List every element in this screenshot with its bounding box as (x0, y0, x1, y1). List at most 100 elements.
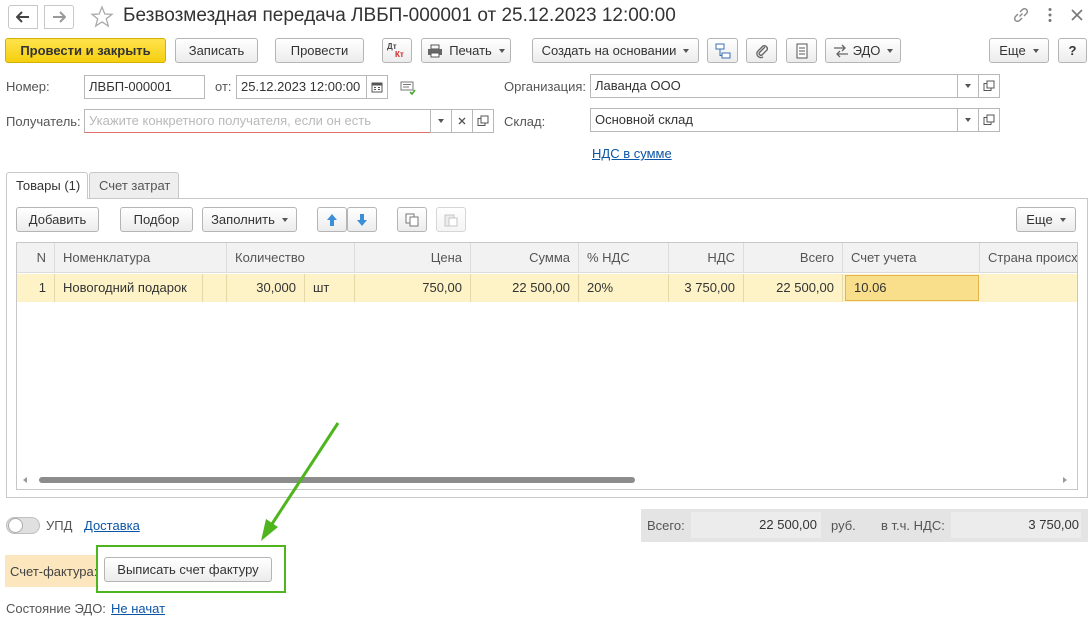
column-header-sum[interactable]: Сумма (471, 243, 579, 273)
column-header-quantity[interactable]: Количество (227, 243, 355, 273)
window-title: Безвозмездная передача ЛВБП-000001 от 25… (123, 5, 676, 26)
cell-vat-rate[interactable]: 20% (579, 274, 669, 302)
dtkt-button[interactable]: Дт Кт (382, 38, 412, 63)
vat-in-sum-link[interactable]: НДС в сумме (592, 146, 672, 161)
table-more-button[interactable]: Еще (1016, 207, 1076, 232)
arrow-down-icon (357, 213, 367, 226)
more-button[interactable]: Еще (989, 38, 1049, 63)
cell-total[interactable]: 22 500,00 (744, 274, 843, 302)
edo-state-label: Состояние ЭДО: (6, 601, 106, 616)
cell-unit[interactable]: шт (305, 274, 355, 302)
number-field[interactable]: ЛВБП-000001 (84, 75, 205, 99)
column-header-item[interactable]: Номенклатура (55, 243, 227, 273)
kebab-menu-icon[interactable] (1043, 6, 1057, 24)
paste-icon (444, 214, 458, 226)
column-header-account[interactable]: Счет учета (843, 243, 980, 273)
open-form-icon (983, 114, 995, 125)
column-header-vat[interactable]: НДС (669, 243, 744, 273)
cell-vat[interactable]: 3 750,00 (669, 274, 744, 302)
scroll-left-icon[interactable] (23, 477, 27, 483)
table-header: N Номенклатура Количество Цена Сумма % Н… (17, 243, 1077, 273)
cell-country[interactable] (980, 274, 1077, 302)
warehouse-dropdown-button[interactable] (957, 108, 979, 132)
total-value: 22 500,00 (691, 512, 821, 538)
cell-quantity[interactable]: 30,000 (227, 274, 305, 302)
recipient-dropdown-button[interactable] (430, 109, 452, 133)
help-button[interactable]: ? (1058, 38, 1087, 63)
calendar-button[interactable] (366, 75, 388, 99)
totals-panel: Всего: 22 500,00 руб. в т.ч. НДС: 3 750,… (641, 509, 1088, 542)
cell-account[interactable]: 10.06 (845, 275, 979, 301)
organization-dropdown-button[interactable] (957, 74, 979, 98)
open-form-icon (983, 80, 995, 91)
print-button[interactable]: Печать (421, 38, 511, 63)
paperclip-icon (755, 44, 768, 58)
copy-button[interactable] (397, 207, 427, 232)
edo-button[interactable]: ЭДО (825, 38, 901, 63)
tab-goods[interactable]: Товары (1) (6, 172, 88, 199)
cell-item-characteristic[interactable] (203, 274, 227, 302)
favorite-star-icon[interactable] (90, 5, 114, 29)
move-down-button[interactable] (347, 207, 377, 232)
warehouse-open-button[interactable] (978, 108, 1000, 132)
organization-field[interactable]: Лаванда ООО (590, 74, 958, 98)
pick-button[interactable]: Подбор (120, 207, 193, 232)
upd-toggle[interactable] (6, 517, 40, 534)
organization-open-button[interactable] (978, 74, 1000, 98)
open-form-icon (477, 115, 489, 126)
save-button[interactable]: Записать (175, 38, 258, 63)
invoice-label: Счет-фактура: (10, 564, 98, 579)
number-label: Номер: (6, 79, 50, 94)
structure-button[interactable] (707, 38, 738, 63)
create-based-on-button[interactable]: Создать на основании (532, 38, 699, 63)
edo-state-link[interactable]: Не начат (111, 601, 165, 616)
recipient-field[interactable]: Укажите конкретного получателя, если он … (84, 109, 431, 133)
goods-table: N Номенклатура Количество Цена Сумма % Н… (16, 242, 1078, 490)
close-icon[interactable] (1068, 6, 1086, 24)
warehouse-label: Склад: (504, 114, 546, 129)
vat-total-value: 3 750,00 (951, 512, 1081, 538)
recipient-open-button[interactable] (472, 109, 494, 133)
fill-button[interactable]: Заполнить (202, 207, 297, 232)
post-and-close-button[interactable]: Провести и закрыть (5, 38, 166, 63)
table-row[interactable]: 1 Новогодний подарок 30,000 шт 750,00 22… (17, 274, 1077, 302)
cell-n[interactable]: 1 (17, 274, 55, 302)
cell-item[interactable]: Новогодний подарок (55, 274, 203, 302)
printer-icon (428, 44, 443, 57)
recipient-label: Получатель: (6, 114, 81, 129)
comment-icon[interactable] (400, 80, 416, 96)
document-list-button[interactable] (786, 38, 817, 63)
recipient-clear-button[interactable] (451, 109, 473, 133)
date-label: от: (215, 79, 232, 94)
cell-sum[interactable]: 22 500,00 (471, 274, 579, 302)
tab-cost-account[interactable]: Счет затрат (89, 172, 179, 198)
horizontal-scrollbar[interactable] (23, 475, 1071, 485)
forward-button[interactable] (44, 5, 74, 29)
currency-label: руб. (831, 518, 856, 533)
move-up-button[interactable] (317, 207, 347, 232)
scroll-right-icon[interactable] (1063, 477, 1067, 483)
column-header-price[interactable]: Цена (355, 243, 471, 273)
organization-label: Организация: (504, 79, 587, 94)
delivery-link[interactable]: Доставка (84, 518, 140, 533)
calendar-icon (371, 82, 383, 93)
column-header-vat-rate[interactable]: % НДС (579, 243, 669, 273)
column-header-country[interactable]: Страна происх (980, 243, 1077, 273)
warehouse-field[interactable]: Основной склад (590, 108, 958, 132)
clear-icon (458, 117, 466, 125)
date-field[interactable]: 25.12.2023 12:00:00 (236, 75, 367, 99)
paste-button[interactable] (436, 207, 466, 232)
issue-invoice-button[interactable]: Выписать счет фактуру (104, 557, 272, 582)
copy-icon (405, 213, 419, 226)
cell-price[interactable]: 750,00 (355, 274, 471, 302)
add-button[interactable]: Добавить (16, 207, 99, 232)
document-icon (796, 43, 807, 58)
column-header-n[interactable]: N (17, 243, 55, 273)
attach-button[interactable] (746, 38, 777, 63)
back-button[interactable] (8, 5, 38, 29)
arrow-left-icon (16, 11, 29, 23)
post-button[interactable]: Провести (275, 38, 364, 63)
vat-total-label: в т.ч. НДС: (881, 518, 945, 533)
column-header-total[interactable]: Всего (744, 243, 843, 273)
link-icon[interactable] (1012, 6, 1030, 24)
